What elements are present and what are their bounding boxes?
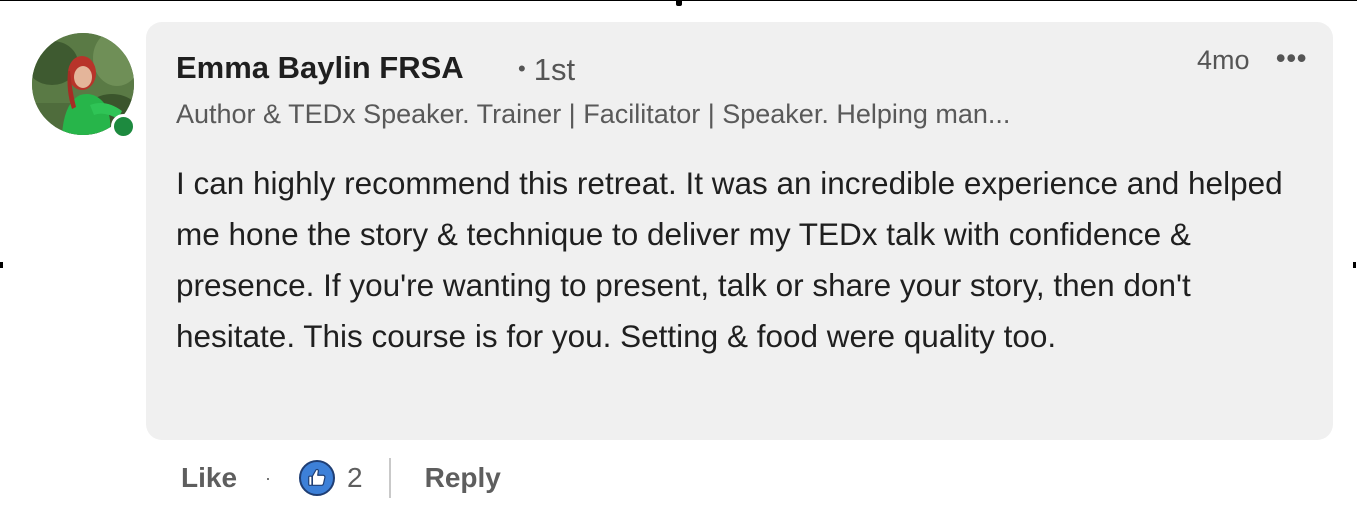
more-options-icon[interactable]: •••	[1276, 43, 1307, 74]
author-name[interactable]: Emma Baylin FRSA	[176, 50, 464, 86]
comment-timestamp: 4mo	[1197, 45, 1250, 75]
like-button[interactable]: Like	[181, 462, 237, 494]
frame-left-handle	[0, 262, 3, 268]
action-separator: ·	[265, 467, 272, 488]
bullet-separator: •	[518, 56, 526, 81]
author-headline: Author & TEDx Speaker. Trainer | Facilit…	[176, 99, 1011, 129]
comment-actions: Like · 2 Reply	[181, 455, 501, 501]
online-status-indicator	[111, 114, 136, 139]
connection-degree-label: 1st	[533, 52, 576, 87]
reply-button[interactable]: Reply	[425, 462, 501, 494]
frame-right-handle	[1353, 262, 1356, 268]
connection-degree: • 1st	[518, 52, 575, 88]
reaction-count[interactable]: 2	[347, 462, 363, 494]
comment-text: I can highly recommend this retreat. It …	[176, 165, 1283, 354]
frame-top-handle	[676, 0, 682, 6]
thumbs-up-icon[interactable]	[299, 460, 336, 496]
actions-divider	[388, 458, 391, 498]
